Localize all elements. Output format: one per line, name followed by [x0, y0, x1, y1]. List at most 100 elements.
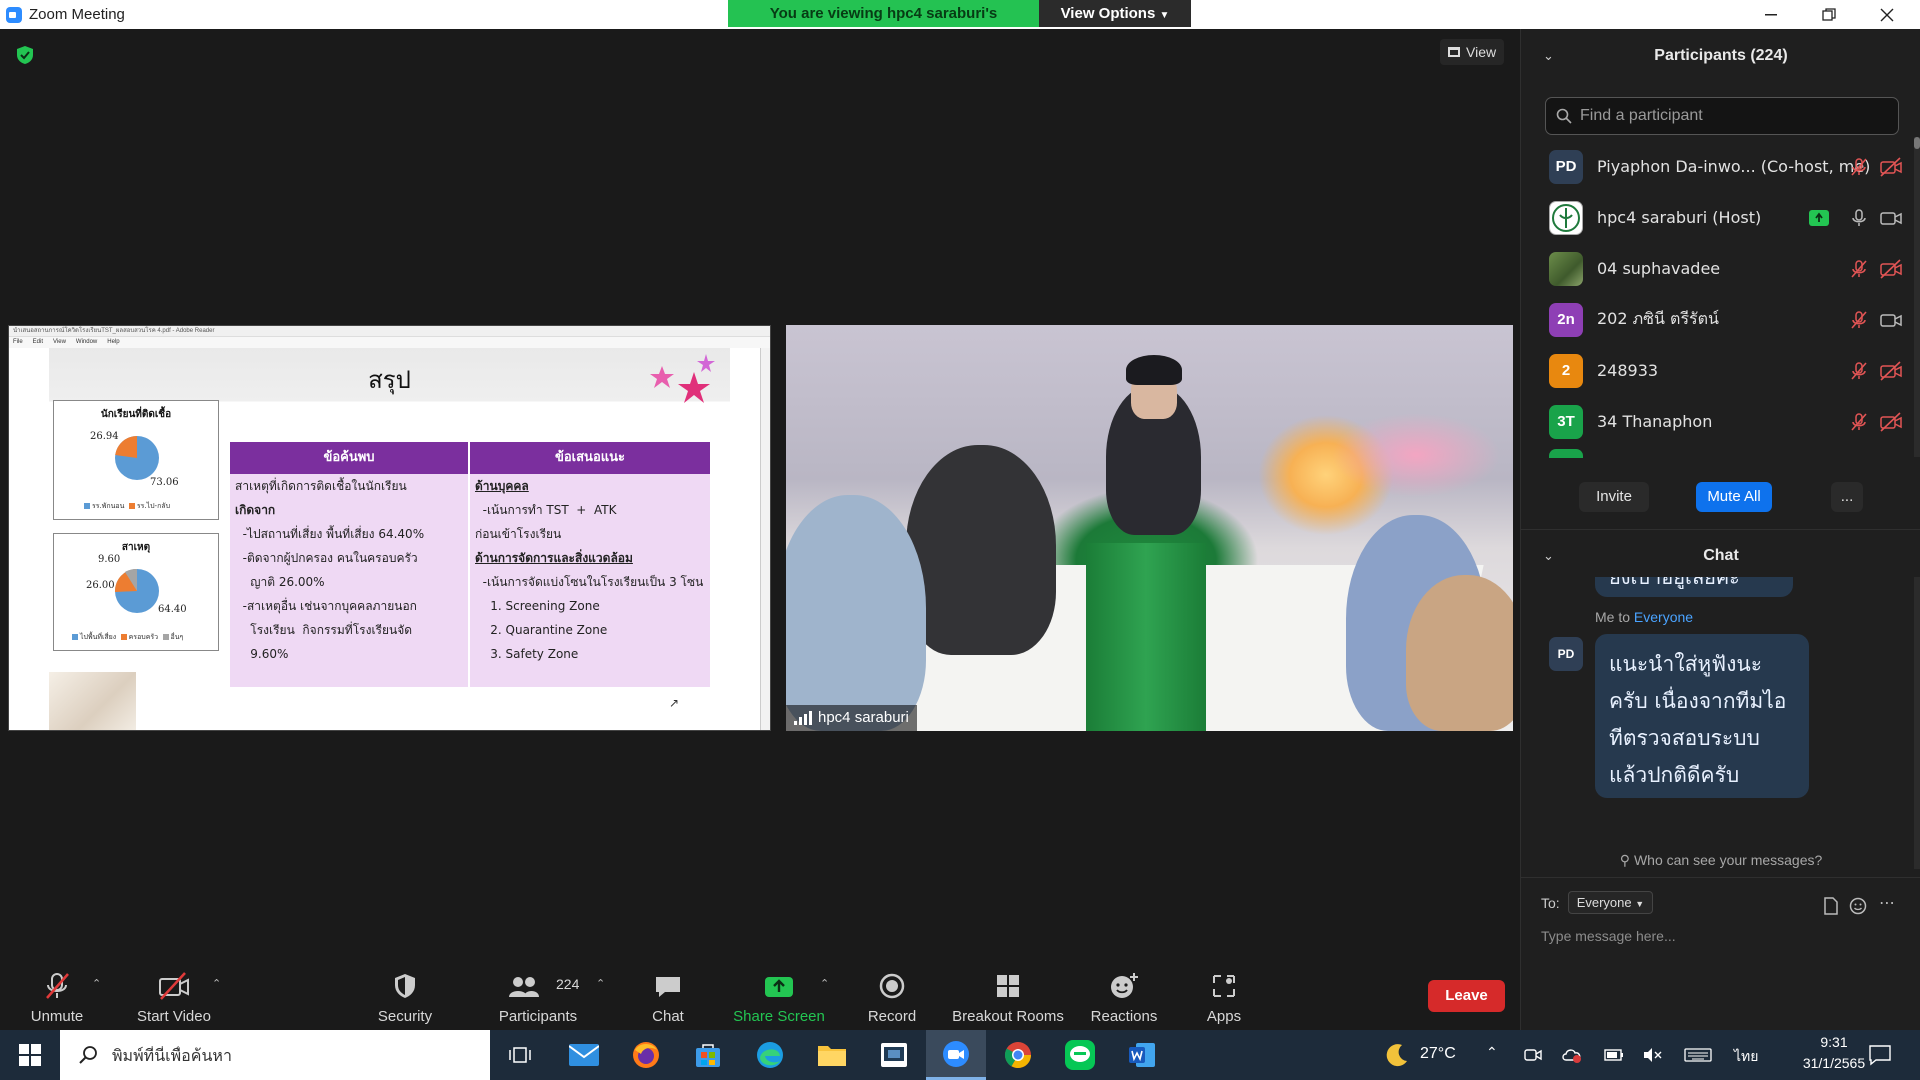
notification-center-icon[interactable]: [1868, 1044, 1892, 1066]
participants-list: PD Piyaphon Da-inwo... (Co-host, me) hpc…: [1521, 141, 1913, 458]
view-options-button[interactable]: View Options ▼: [1039, 0, 1191, 27]
start-video-button[interactable]: Start Video: [134, 967, 214, 1030]
unmute-button[interactable]: Unmute: [20, 967, 94, 1030]
word-icon: [1129, 1043, 1155, 1067]
video-options-caret-icon[interactable]: ⌃: [212, 977, 221, 990]
weather-moon-icon[interactable]: [1384, 1042, 1410, 1068]
chat-scrollbar[interactable]: [1914, 577, 1920, 869]
ministry-logo-icon: [1552, 203, 1580, 232]
taskbar-search-box[interactable]: [60, 1030, 490, 1080]
recipient-select[interactable]: Everyone ▼: [1567, 891, 1654, 914]
clock-time[interactable]: 9:31: [1794, 1034, 1874, 1050]
taskbar-app-word[interactable]: [1112, 1030, 1172, 1080]
search-icon: [1556, 108, 1572, 124]
start-button[interactable]: [0, 1030, 60, 1080]
shared-screen-tile[interactable]: นำเสนอสถานการณ์โควิดโรงเรียนTST_ผลสอบสวน…: [8, 325, 771, 731]
breakout-rooms-icon: [997, 975, 1019, 997]
participant-row[interactable]: 3T 34 Thanaphon: [1521, 396, 1913, 447]
chat-more-icon[interactable]: ⋯: [1879, 893, 1895, 912]
muted-microphone-icon: [1851, 157, 1867, 176]
more-options-button[interactable]: ...: [1831, 482, 1863, 512]
participants-button[interactable]: 224 Participants: [494, 967, 582, 1030]
participant-row[interactable]: 04 suphavadee: [1521, 243, 1913, 294]
table-line: ก่อนเข้าโรงเรียน: [475, 527, 562, 541]
mute-all-button[interactable]: Mute All: [1696, 482, 1772, 512]
participant-search-input[interactable]: [1580, 107, 1880, 125]
leave-meeting-button[interactable]: Leave: [1428, 980, 1505, 1012]
chat-sender-target[interactable]: Everyone: [1634, 609, 1693, 625]
record-label: Record: [867, 1008, 917, 1025]
chat-button[interactable]: Chat: [648, 967, 688, 1030]
participants-scrollbar[interactable]: [1914, 137, 1920, 457]
taskbar-app-chrome[interactable]: [988, 1030, 1048, 1080]
zoom-app-icon: [6, 6, 22, 23]
encryption-shield-icon[interactable]: [16, 45, 34, 65]
video-person: [786, 495, 926, 731]
chat-message-line: ครับ เนื่องจากทีมไอ: [1609, 689, 1787, 713]
participant-row[interactable]: 2 248933: [1521, 345, 1913, 396]
taskbar-app-store[interactable]: [678, 1030, 738, 1080]
apps-icon: [1213, 975, 1235, 997]
onedrive-sync-icon[interactable]: [1562, 1046, 1582, 1064]
chat-message-previous: ยังเบาอยู่เลยค่ะ: [1595, 577, 1793, 597]
reader-title-bar: นำเสนอสถานการณ์โควิดโรงเรียนTST_ผลสอบสวน…: [9, 326, 770, 337]
participant-name: 248933: [1597, 361, 1659, 380]
file-attach-icon[interactable]: [1823, 897, 1839, 915]
emoji-icon[interactable]: [1849, 897, 1867, 915]
restore-button[interactable]: [1800, 0, 1858, 29]
breakout-rooms-button[interactable]: Breakout Rooms: [950, 967, 1066, 1030]
slide-title: สรุป: [368, 366, 411, 394]
share-banner: You are viewing hpc4 saraburi's screen V…: [728, 0, 1191, 49]
taskbar-search-input[interactable]: [112, 1045, 472, 1065]
task-view-button[interactable]: [490, 1030, 550, 1080]
taskbar-app-line[interactable]: [1050, 1030, 1110, 1080]
chat-message-input[interactable]: [1541, 923, 1901, 949]
apps-button[interactable]: Apps: [1204, 967, 1244, 1030]
table-header-findings: ข้อค้นพบ: [230, 442, 468, 474]
participant-search-box[interactable]: [1545, 97, 1899, 135]
reactions-button[interactable]: Reactions: [1090, 967, 1158, 1030]
taskbar-app-zoom[interactable]: [926, 1030, 986, 1080]
taskbar-app-mail[interactable]: [554, 1030, 614, 1080]
tray-show-hidden-icon[interactable]: ⌃: [1486, 1044, 1498, 1061]
video-off-icon: [1880, 411, 1902, 432]
participants-caret-icon[interactable]: ⌃: [596, 977, 605, 990]
record-button[interactable]: Record: [864, 967, 920, 1030]
keyboard-icon[interactable]: [1684, 1048, 1712, 1062]
view-label: View: [1466, 44, 1497, 60]
participant-row[interactable]: hpc4 saraburi (Host): [1521, 192, 1913, 243]
weather-temperature[interactable]: 27°C: [1420, 1045, 1456, 1063]
stars-decoration-icon: [650, 354, 715, 403]
taskbar-app-firefox[interactable]: [616, 1030, 676, 1080]
battery-icon[interactable]: [1604, 1047, 1624, 1063]
invite-button[interactable]: Invite: [1579, 482, 1649, 512]
taskbar-app-screen-tool[interactable]: [864, 1030, 924, 1080]
share-screen-button[interactable]: Share Screen: [732, 967, 826, 1030]
share-options-caret-icon[interactable]: ⌃: [820, 977, 829, 990]
security-button[interactable]: Security: [374, 967, 436, 1030]
audio-options-caret-icon[interactable]: ⌃: [92, 977, 101, 990]
minimize-button[interactable]: [1742, 0, 1800, 29]
participant-video-tile[interactable]: hpc4 saraburi: [786, 325, 1513, 731]
chat-message-line: แนะนำใส่หูฟังนะ: [1609, 652, 1762, 676]
participant-name: Piyaphon Da-inwo... (Co-host, me): [1597, 157, 1871, 176]
view-layout-button[interactable]: View: [1440, 39, 1505, 65]
muted-microphone-icon: [46, 973, 69, 999]
pie-graphic: [114, 568, 159, 613]
chat-title: Chat: [1703, 547, 1739, 564]
meet-now-icon[interactable]: [1524, 1046, 1542, 1064]
taskbar-app-edge[interactable]: [740, 1030, 800, 1080]
input-language[interactable]: ไทย: [1734, 1046, 1758, 1068]
video-person: [1406, 575, 1513, 731]
participant-avatar: PD: [1549, 149, 1583, 184]
participant-avatar: 2: [1549, 353, 1583, 388]
participant-name: 34 Thanaphon: [1597, 412, 1713, 431]
reader-scrollbar[interactable]: [760, 348, 770, 730]
who-can-see-link[interactable]: ⚲ Who can see your messages?: [1521, 852, 1920, 869]
participant-row[interactable]: 2n 202 ภซินี ตรีรัตน์: [1521, 294, 1913, 345]
taskbar-app-file-explorer[interactable]: [802, 1030, 862, 1080]
close-window-button[interactable]: [1858, 0, 1916, 29]
store-icon: [696, 1044, 720, 1067]
participant-row[interactable]: PD Piyaphon Da-inwo... (Co-host, me): [1521, 141, 1913, 192]
volume-muted-icon[interactable]: [1642, 1047, 1662, 1063]
